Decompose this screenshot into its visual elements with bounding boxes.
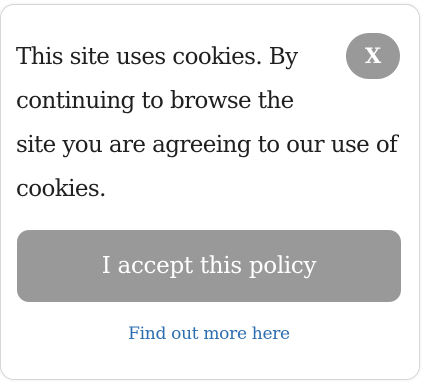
close-button[interactable]: X (346, 33, 400, 79)
cookie-message-line-3: site you are agreeing to our use of (16, 132, 398, 158)
cookie-message-line-4: cookies. (16, 176, 106, 202)
cookie-message-line-2: continuing to browse the (16, 88, 294, 114)
cookie-consent-panel: This site uses cookies. By continuing to… (0, 4, 420, 380)
find-out-more-link[interactable]: Find out more here (1, 320, 417, 348)
accept-policy-button[interactable]: I accept this policy (17, 230, 401, 302)
